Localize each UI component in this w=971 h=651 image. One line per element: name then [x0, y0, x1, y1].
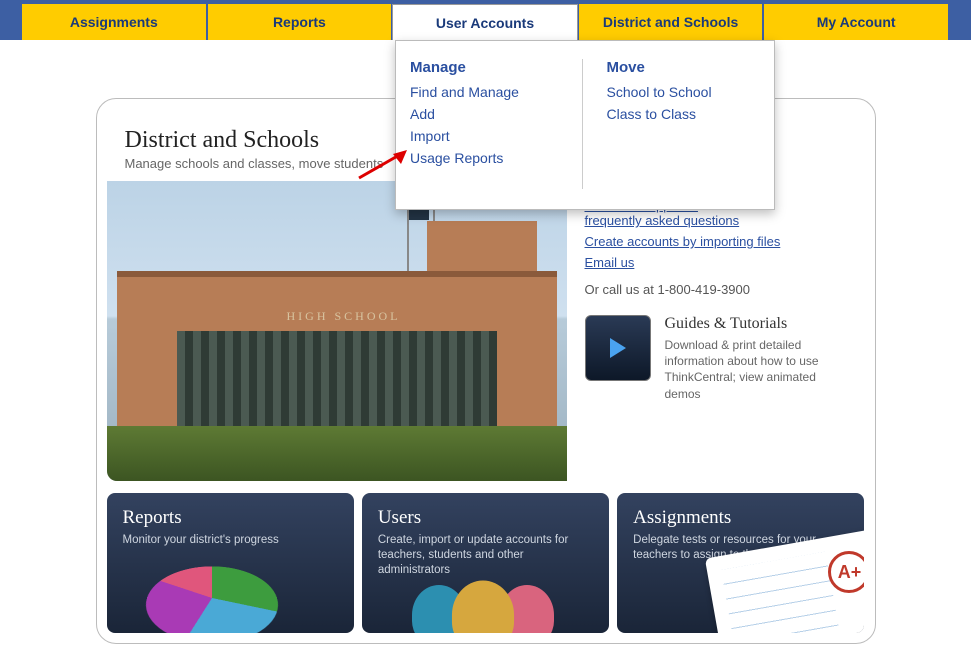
dropdown-move-header: Move — [607, 59, 761, 76]
main-nav: Assignments Reports User Accounts Distri… — [0, 0, 971, 40]
menu-add[interactable]: Add — [410, 106, 564, 122]
link-create-accounts-import[interactable]: Create accounts by importing files — [585, 234, 855, 249]
menu-import[interactable]: Import — [410, 128, 564, 144]
menu-class-to-class[interactable]: Class to Class — [607, 106, 761, 122]
tile-assignments[interactable]: Assignments Delegate tests or resources … — [617, 493, 864, 633]
tile-users-desc: Create, import or update accounts for te… — [378, 533, 593, 578]
play-icon — [610, 338, 626, 358]
tab-user-accounts[interactable]: User Accounts — [392, 4, 578, 40]
tab-my-account[interactable]: My Account — [763, 4, 949, 40]
grade-badge-icon: A+ — [828, 551, 864, 593]
guides-desc: Download & print detailed information ab… — [665, 337, 855, 402]
menu-usage-reports[interactable]: Usage Reports — [410, 150, 564, 166]
tile-users[interactable]: Users Create, import or update accounts … — [362, 493, 609, 633]
guides-title: Guides & Tutorials — [665, 315, 855, 333]
tile-users-title: Users — [378, 507, 593, 529]
pie-chart-icon — [132, 566, 290, 633]
help-phone: Or call us at 1-800-419-3900 — [585, 282, 855, 297]
link-email-us[interactable]: Email us — [585, 255, 855, 270]
menu-school-to-school[interactable]: School to School — [607, 84, 761, 100]
tile-assignments-title: Assignments — [633, 507, 848, 529]
guides-block[interactable]: Guides & Tutorials Download & print deta… — [585, 315, 855, 402]
menu-find-and-manage[interactable]: Find and Manage — [410, 84, 564, 100]
tab-reports[interactable]: Reports — [207, 4, 393, 40]
tile-reports-desc: Monitor your district's progress — [123, 533, 338, 548]
avatars-icon — [422, 585, 554, 633]
tab-district-schools[interactable]: District and Schools — [578, 4, 764, 40]
tile-reports[interactable]: Reports Monitor your district's progress — [107, 493, 354, 633]
tab-assignments[interactable]: Assignments — [22, 4, 207, 40]
dropdown-manage-header: Manage — [410, 59, 564, 76]
building-label: HIGH SCHOOL — [287, 309, 401, 324]
video-thumb-icon — [585, 315, 651, 381]
tile-reports-title: Reports — [123, 507, 338, 529]
hero-image: HIGH SCHOOL — [107, 181, 567, 481]
user-accounts-dropdown: Manage Find and Manage Add Import Usage … — [395, 40, 775, 210]
